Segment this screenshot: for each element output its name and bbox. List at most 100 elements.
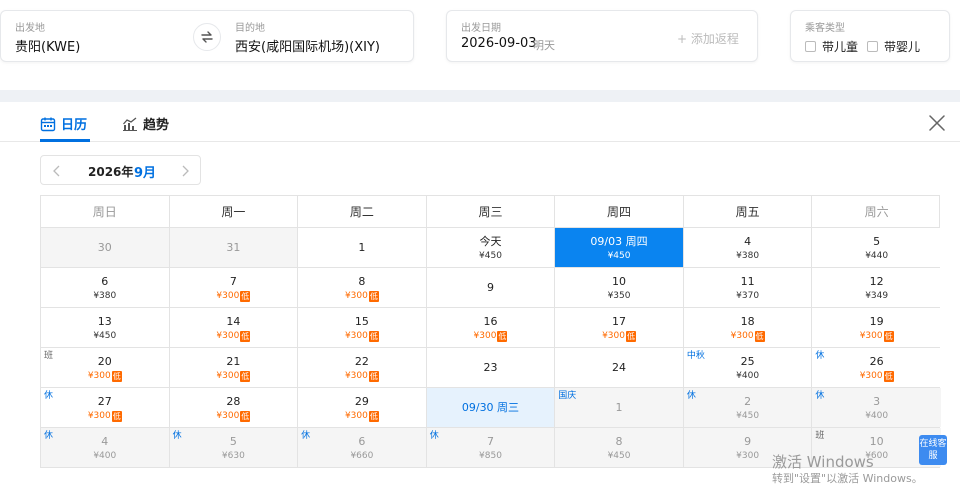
calendar-day[interactable]: 19 ¥300 低 bbox=[812, 308, 941, 347]
calendar-day[interactable]: 班 20 ¥300 低 bbox=[41, 348, 170, 387]
day-number: 18 bbox=[740, 315, 755, 328]
calendar-day[interactable]: 31 bbox=[169, 228, 299, 267]
calendar-day[interactable]: 休 26 ¥300 低 bbox=[812, 348, 941, 387]
day-price-line: ¥630 bbox=[170, 451, 298, 462]
calendar-day[interactable]: 休 3 ¥400 bbox=[812, 388, 941, 427]
low-price-badge: 低 bbox=[368, 331, 379, 342]
calendar-day[interactable]: 18 ¥300 低 bbox=[683, 308, 813, 347]
chevron-right-icon bbox=[182, 165, 189, 177]
day-number: 1 bbox=[615, 401, 623, 414]
day-price: ¥300 bbox=[216, 291, 240, 301]
calendar-day[interactable]: 21 ¥300 低 bbox=[169, 348, 299, 387]
day-price: ¥850 bbox=[479, 451, 502, 461]
day-price: ¥450 bbox=[93, 331, 117, 341]
calendar-day[interactable]: 国庆 1 bbox=[555, 388, 684, 427]
calendar-day-return[interactable]: 09/30 周三 bbox=[426, 388, 556, 427]
week-row: 6 ¥380 7 ¥300 低 8 ¥300 低 9 10 ¥350 11 ¥370 12 ¥349 bbox=[40, 268, 941, 308]
calendar-day[interactable]: 4 ¥380 bbox=[683, 228, 813, 267]
day-number: 29 bbox=[354, 395, 369, 408]
calendar-day[interactable]: 中秋 25 ¥400 bbox=[683, 348, 813, 387]
trend-chart-icon bbox=[122, 116, 138, 132]
calendar-day[interactable]: 22 ¥300 低 bbox=[298, 348, 427, 387]
day-number: 9 bbox=[744, 435, 752, 448]
calendar-day[interactable]: 16 ¥300 低 bbox=[426, 308, 556, 347]
calendar-day-selected[interactable]: 09/03 周四 ¥450 bbox=[555, 228, 684, 267]
infant-checkbox[interactable]: 带婴儿 bbox=[867, 38, 920, 55]
calendar-day[interactable]: 休 6 ¥660 bbox=[298, 428, 427, 467]
day-price: ¥300 bbox=[344, 371, 368, 381]
prev-month-button[interactable] bbox=[50, 163, 64, 177]
calendar-day[interactable]: 24 bbox=[555, 348, 684, 387]
calendar-day[interactable]: 15 ¥300 低 bbox=[298, 308, 427, 347]
tab-calendar[interactable]: 日历 bbox=[40, 114, 87, 133]
week-row: 30 31 1 今天 ¥450 09/03 周四 ¥450 4 ¥380 5 ¥440 bbox=[40, 228, 941, 268]
calendar-day[interactable]: 29 ¥300 低 bbox=[298, 388, 427, 427]
low-price-badge: 低 bbox=[111, 371, 122, 382]
calendar-day[interactable]: 9 ¥300 bbox=[683, 428, 813, 467]
calendar-icon bbox=[40, 116, 56, 132]
day-price-line: ¥660 bbox=[298, 451, 426, 462]
swap-button[interactable] bbox=[193, 23, 221, 51]
to-label: 目的地 bbox=[235, 23, 265, 34]
week-row: 13 ¥450 14 ¥300 低 15 ¥300 低 16 ¥300 低 17 ¥300 低 18 ¥300… bbox=[40, 308, 941, 348]
calendar-day[interactable]: 休 4 ¥400 bbox=[41, 428, 170, 467]
calendar-day[interactable]: 休 5 ¥630 bbox=[169, 428, 299, 467]
calendar-day[interactable]: 6 ¥380 bbox=[41, 268, 170, 307]
weekday-sat: 周六 bbox=[864, 205, 889, 219]
day-price: ¥300 bbox=[87, 411, 111, 421]
low-price-badge: 低 bbox=[111, 411, 122, 422]
day-price: ¥300 bbox=[344, 291, 368, 301]
close-button[interactable] bbox=[928, 114, 946, 132]
low-price-badge: 低 bbox=[883, 331, 894, 342]
from-field[interactable]: 贵阳(KWE) bbox=[15, 36, 80, 55]
weekday-mon: 周一 bbox=[170, 196, 299, 227]
weekday-tue: 周二 bbox=[298, 196, 427, 227]
day-price: ¥300 bbox=[216, 371, 240, 381]
calendar-day[interactable]: 13 ¥450 bbox=[41, 308, 170, 347]
day-price-line: ¥300 低 bbox=[427, 331, 555, 342]
calendar-day[interactable]: 10 ¥350 bbox=[555, 268, 684, 307]
calendar-day[interactable]: 8 ¥450 bbox=[555, 428, 684, 467]
low-price-badge: 低 bbox=[240, 411, 251, 422]
calendar-day[interactable]: 休 27 ¥300 低 bbox=[41, 388, 170, 427]
day-number: 09/30 周三 bbox=[461, 401, 520, 414]
calendar-day[interactable]: 8 ¥300 低 bbox=[298, 268, 427, 307]
calendar-day[interactable]: 12 ¥349 bbox=[812, 268, 941, 307]
next-month-button[interactable] bbox=[178, 163, 192, 177]
calendar-day[interactable]: 7 ¥300 低 bbox=[169, 268, 299, 307]
day-price-line: ¥300 低 bbox=[170, 331, 298, 342]
day-price: ¥450 bbox=[607, 451, 631, 461]
calendar-day[interactable]: 9 bbox=[426, 268, 556, 307]
calendar-day[interactable]: 1 bbox=[298, 228, 427, 267]
route-card: 出发地 贵阳(KWE) 目的地 西安(咸阳国际机场)(XIY) bbox=[0, 10, 414, 62]
calendar-day[interactable]: 28 ¥300 低 bbox=[169, 388, 299, 427]
add-return-button[interactable]: + 添加返程 bbox=[677, 30, 739, 47]
calendar-day[interactable]: 17 ¥300 低 bbox=[555, 308, 684, 347]
to-field[interactable]: 西安(咸阳国际机场)(XIY) bbox=[235, 36, 380, 55]
day-price: ¥350 bbox=[607, 291, 631, 301]
calendar-day[interactable]: 5 ¥440 bbox=[812, 228, 941, 267]
date-card: 出发日期 2026-09-03 明天 + 添加返程 bbox=[446, 10, 758, 62]
day-price-line: ¥300 低 bbox=[170, 411, 298, 422]
child-checkbox[interactable]: 带儿童 bbox=[805, 38, 858, 55]
online-service-button[interactable]: 在线客服 bbox=[919, 435, 947, 465]
day-price: ¥630 bbox=[221, 451, 245, 461]
calendar-day[interactable]: 11 ¥370 bbox=[683, 268, 813, 307]
calendar-day[interactable]: 14 ¥300 低 bbox=[169, 308, 299, 347]
calendar-day[interactable]: 23 bbox=[426, 348, 556, 387]
day-price-line: ¥300 低 bbox=[555, 331, 683, 342]
low-price-badge: 低 bbox=[497, 331, 508, 342]
tab-trend[interactable]: 趋势 bbox=[122, 114, 169, 133]
day-price: ¥660 bbox=[350, 451, 374, 461]
day-price: ¥300 bbox=[859, 371, 883, 381]
calendar-day[interactable]: 休 7 ¥850 bbox=[426, 428, 556, 467]
day-price-line: ¥300 bbox=[684, 451, 812, 462]
calendar-day[interactable]: 30 bbox=[41, 228, 170, 267]
date-field[interactable]: 2026-09-03 bbox=[461, 36, 537, 51]
weekday-fri: 周五 bbox=[684, 196, 813, 227]
calendar-panel: 日历 趋势 2026年 9月 周日 周一 周二 周三 周四 周五 周六 30 3… bbox=[0, 102, 960, 488]
day-number: 7 bbox=[486, 435, 494, 448]
calendar-day[interactable]: 休 2 ¥450 bbox=[683, 388, 813, 427]
calendar-day[interactable]: 今天 ¥450 bbox=[426, 228, 556, 267]
day-price: ¥300 bbox=[216, 411, 240, 421]
